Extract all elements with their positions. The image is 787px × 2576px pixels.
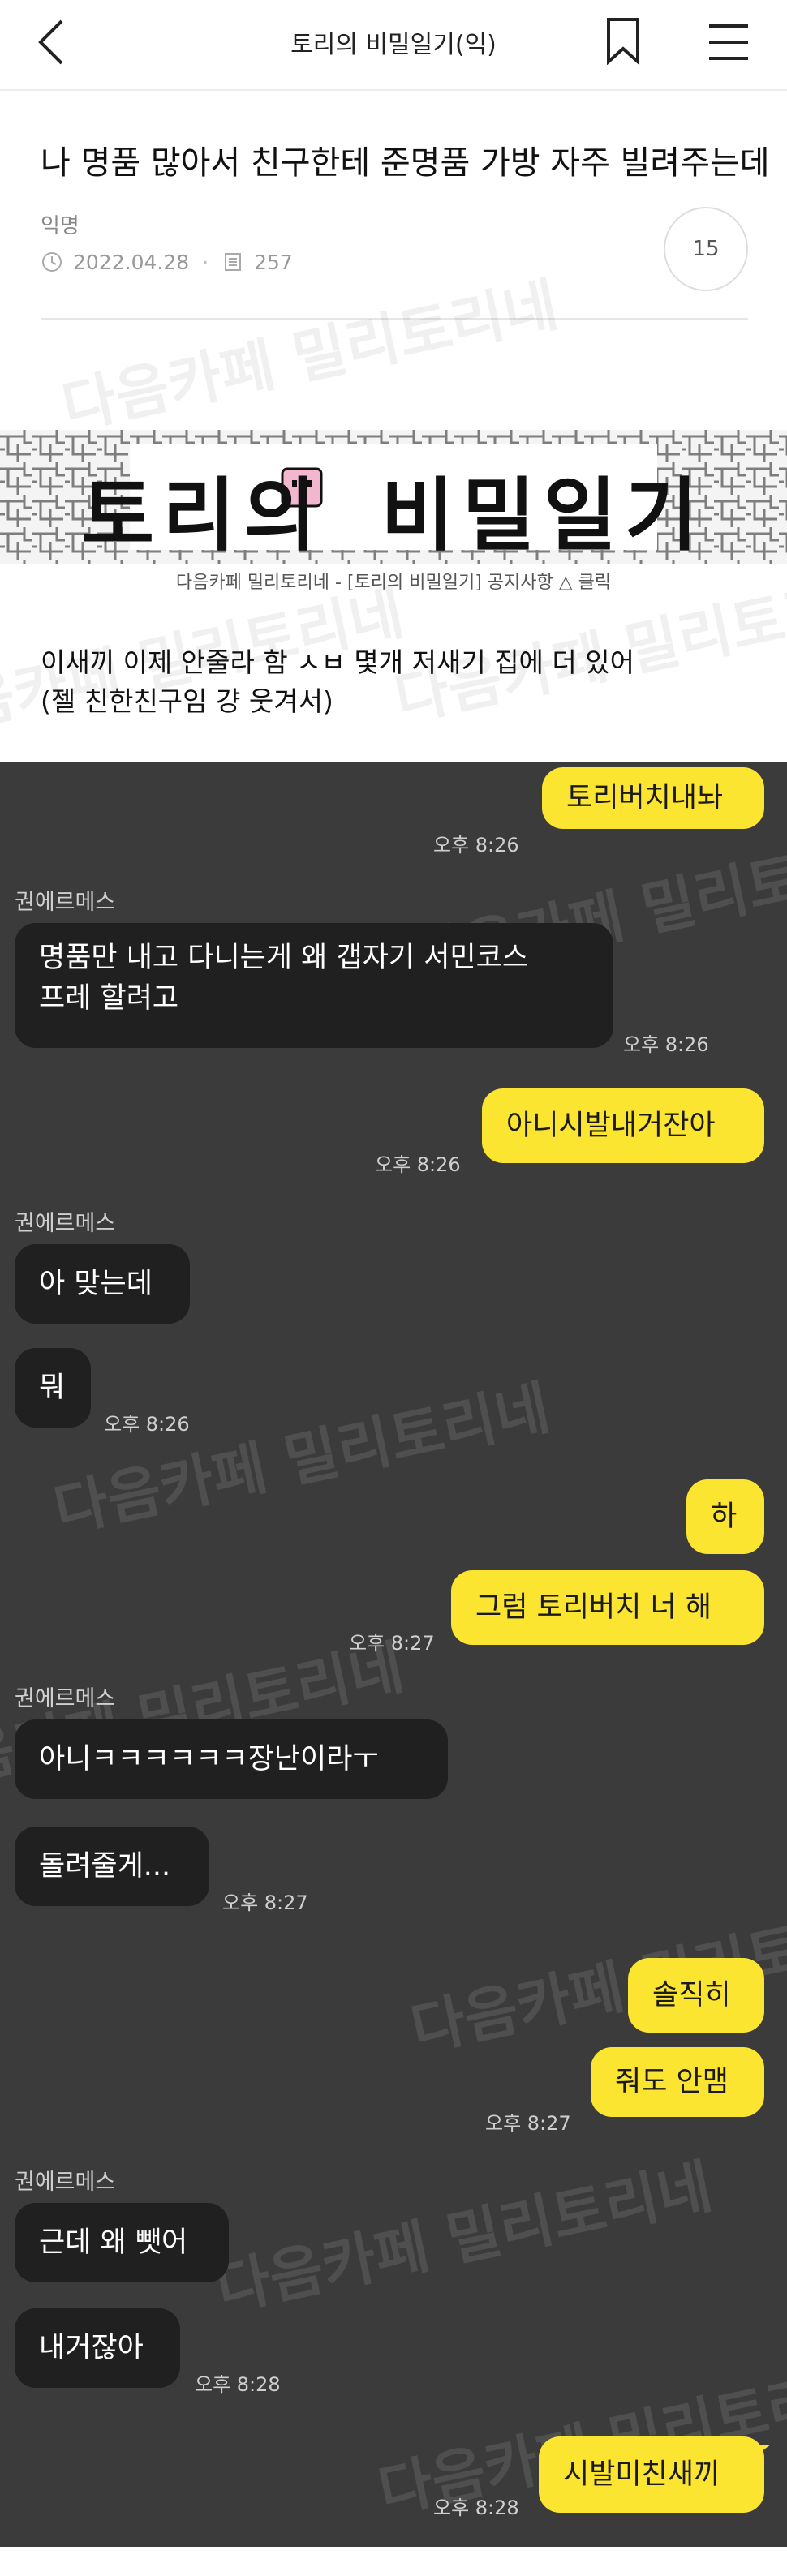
- meta-separator: ·: [202, 250, 209, 274]
- message-bubble-sent: 그럼 토리버치 너 해: [451, 1570, 764, 1645]
- message-bubble-sent: 토리버치내놔: [542, 767, 764, 829]
- post-meta: 2022.04.28 · 257: [41, 248, 293, 276]
- message-time: 오후 8:26: [375, 1153, 461, 1176]
- message-bubble-received: 명품만 내고 다니는게 왜 갭자기 서민코스 프레 할려고: [15, 923, 613, 1048]
- message-time: 오후 8:27: [349, 1632, 435, 1655]
- clock-icon: [42, 252, 62, 272]
- post-views: 257: [254, 250, 293, 274]
- message-line: 프레 할려고: [39, 982, 179, 1015]
- chat-screenshot: 다음카페 밀리토리네 다음카페 밀리토리네 다음카페 밀리토리네 다음카페 밀리…: [0, 762, 787, 2547]
- message-bubble-sent: 시발미친새끼: [539, 2436, 764, 2513]
- sender-name: 권에르메스: [15, 890, 116, 915]
- post-date: 2022.04.28: [73, 250, 190, 274]
- sender-name: 권에르메스: [15, 1211, 116, 1236]
- body-text-line: 이새끼 이제 안줄라 함 ㅅㅂ 몇개 저새기 집에 더 있어: [41, 646, 634, 678]
- message-bubble-sent: 하: [686, 1479, 764, 1554]
- bookmark-icon[interactable]: [604, 16, 643, 65]
- post-title: 나 명품 많아서 친구한테 준명품 가방 자주 빌려주는데: [41, 144, 770, 182]
- message-bubble-received: 뭐: [15, 1348, 91, 1428]
- menu-icon[interactable]: [706, 19, 751, 65]
- watermark: 다음카페 밀리토리네: [56, 270, 564, 442]
- sender-name: 권에르메스: [15, 2170, 116, 2195]
- message-bubble-sent: 아니시발내거잔아: [482, 1088, 764, 1163]
- message-bubble-received: 아 맞는데: [15, 1244, 190, 1324]
- comment-count: 15: [692, 237, 720, 261]
- message-time: 오후 8:28: [433, 2497, 519, 2519]
- message-time: 오후 8:26: [433, 834, 519, 857]
- message-time: 오후 8:26: [623, 1033, 709, 1056]
- message-bubble-sent: 줘도 안맴: [591, 2047, 764, 2117]
- notice-banner[interactable]: 토리의 비밀일기: [0, 430, 787, 564]
- message-time: 오후 8:28: [195, 2373, 281, 2396]
- sender-name: 권에르메스: [15, 1686, 116, 1711]
- watermark: 다음카페 밀리토리네: [210, 2152, 718, 2324]
- message-line: 명품만 내고 다니는게 왜 갭자기 서민코스: [39, 942, 529, 974]
- top-bar: 토리의 비밀일기(익): [0, 0, 787, 91]
- message-bubble-sent: 솔직히: [628, 1958, 764, 2033]
- views-icon: [225, 253, 242, 271]
- message-bubble-received: 근데 왜 뺏어: [15, 2203, 229, 2282]
- bubble-tail: [753, 2445, 771, 2458]
- message-time: 오후 8:26: [104, 1413, 190, 1436]
- comment-count-button[interactable]: 15: [664, 207, 748, 291]
- banner-logo-text: 토리의 비밀일기: [80, 470, 707, 562]
- message-time: 오후 8:27: [222, 1891, 308, 1914]
- cafe-board-title[interactable]: 토리의 비밀일기(익): [0, 24, 787, 60]
- message-bubble-received: 돌려줄게...: [15, 1827, 209, 1906]
- message-time: 오후 8:27: [485, 2112, 571, 2135]
- post-author: 익명: [41, 214, 80, 238]
- message-bubble-received: 내거잖아: [15, 2308, 180, 2388]
- message-bubble-received: 아니ㅋㅋㅋㅋㅋㅋ장난이라ㅜ: [15, 1719, 448, 1799]
- body-text-line: (젤 친한친구임 걍 웃겨서): [41, 685, 333, 717]
- watermark: 다음카페 밀리토리네: [48, 1373, 556, 1545]
- banner-caption[interactable]: 다음카페 밀리토리네 - [토리의 비밀일기] 공지사항 △ 클릭: [0, 568, 787, 594]
